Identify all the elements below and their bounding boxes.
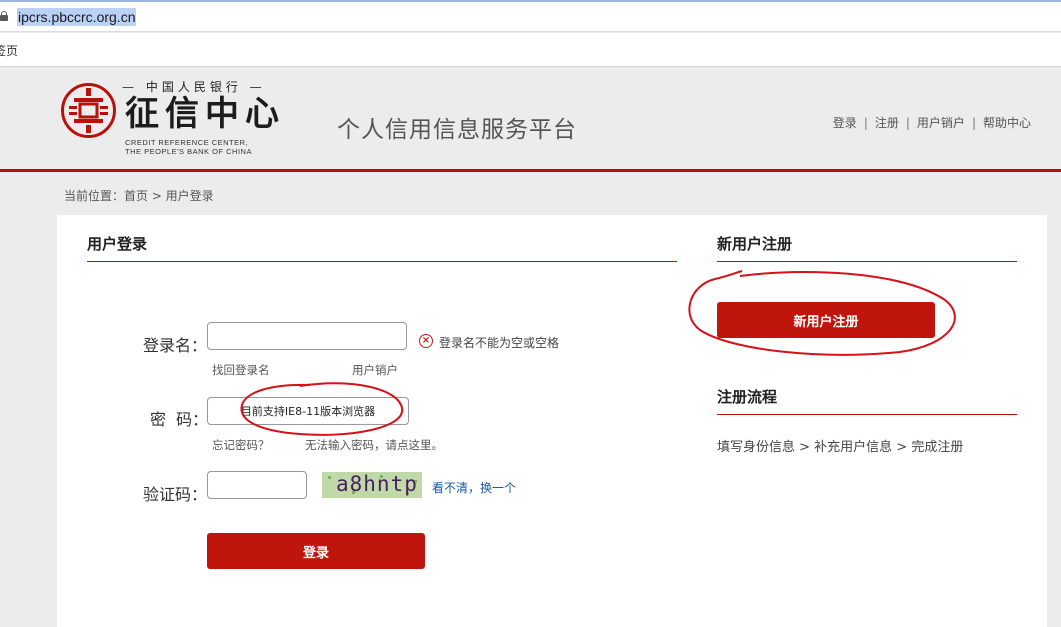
register-divider [717,261,1017,262]
address-bar[interactable]: ipcrs.pbccrc.org.cn [0,0,1061,32]
seal-logo-icon [61,83,116,138]
username-error: 登录名不能为空或空格 [439,336,560,350]
nav-cancel-account-link[interactable]: 用户销户 [917,116,965,130]
logo-en-line1: CREDIT REFERENCE CENTER, [125,138,249,147]
captcha-label: 验证码： [143,485,208,504]
lock-icon [0,11,8,21]
bookmarks-bar: 签页 [0,33,1061,67]
captcha-text: a8hntp [336,472,418,496]
new-user-register-button[interactable]: 新用户注册 [717,302,935,338]
username-input[interactable] [207,322,407,350]
login-button[interactable]: 登录 [207,533,425,569]
logo-main-text: 征信中心 [125,94,285,134]
site-header: — 中国人民银行 — 征信中心 CREDIT REFERENCE CENTER,… [0,68,1061,172]
register-title: 新用户注册 [717,235,793,253]
register-flow-divider [717,414,1017,415]
captcha-image[interactable]: a8hntp [322,472,422,498]
find-username-link[interactable]: 找回登录名 [212,362,270,378]
nav-register-link[interactable]: 注册 [875,116,899,130]
nav-help-link[interactable]: 帮助中心 [983,116,1031,130]
register-flow-steps: 填写身份信息 > 补充用户信息 > 完成注册 [717,440,964,455]
register-flow-title: 注册流程 [717,388,778,406]
forgot-password-link[interactable]: 忘记密码？ [212,437,270,453]
logo-en-line2: THE PEOPLE'S BANK OF CHINA [125,147,252,156]
login-title: 用户登录 [87,235,148,253]
platform-title: 个人信用信息服务平台 [337,117,577,143]
cannot-input-password-link[interactable]: 无法输入密码，请点这里。 [305,437,443,453]
refresh-captcha-link[interactable]: 看不清，换一个 [432,479,516,496]
logo-top-text: — 中国人民银行 — [122,80,266,94]
breadcrumb: 当前位置：首页 > 用户登录 [64,189,214,203]
nav-login-link[interactable]: 登录 [833,116,857,130]
username-label: 登录名： [143,336,208,355]
url-text[interactable]: ipcrs.pbccrc.org.cn [17,8,137,26]
top-nav: 登录 | 注册 | 用户销户 | 帮助中心 [832,116,1031,130]
login-divider [87,261,677,262]
password-input[interactable]: 目前支持IE8-11版本浏览器 [207,397,409,425]
password-label: 密 码： [150,410,209,429]
captcha-input[interactable] [207,471,307,499]
bookmark-item[interactable]: 签页 [0,42,18,59]
error-x-icon: × [419,334,433,348]
cancel-account-link[interactable]: 用户销户 [352,362,398,378]
